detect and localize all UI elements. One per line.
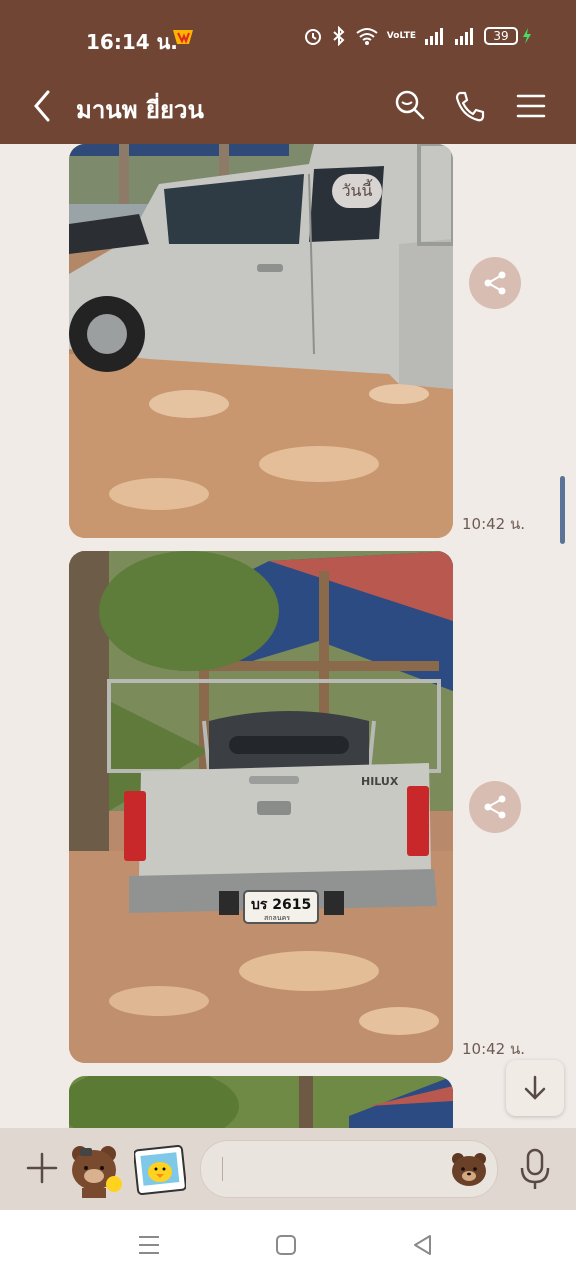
date-separator: วันนี้ <box>332 174 382 208</box>
status-icons: VoLTE 39 <box>303 26 532 46</box>
network-label: VoLTE <box>386 30 416 41</box>
image-message-2[interactable]: HILUX บร 2615 สกลนคร <box>69 551 453 1063</box>
recent-apps-icon[interactable] <box>136 1232 162 1258</box>
chat-header: มานพ ยี่ยวน <box>0 72 576 144</box>
emoji-icon[interactable] <box>449 1149 489 1189</box>
signal-icon <box>425 28 443 45</box>
share-button-2[interactable] <box>469 781 521 833</box>
status-bar: 16:14 น. VoLTE 39 <box>0 0 576 72</box>
text-cursor <box>222 1157 223 1181</box>
license-plate: บร 2615 <box>251 897 311 913</box>
wifi-icon <box>356 28 378 45</box>
image-message-3[interactable] <box>69 1076 453 1128</box>
hilux-badge: HILUX <box>361 775 399 788</box>
image-message-1[interactable]: วันนี้ <box>69 144 453 538</box>
message-input-bar <box>0 1128 576 1210</box>
share-button[interactable] <box>469 257 521 309</box>
scroll-to-bottom-button[interactable] <box>506 1060 564 1116</box>
sticker-brown-icon[interactable] <box>68 1140 126 1198</box>
battery-indicator: 39 <box>484 27 532 45</box>
arrow-down-icon <box>524 1075 546 1100</box>
home-icon[interactable] <box>273 1232 299 1258</box>
back-icon[interactable] <box>410 1232 436 1258</box>
system-nav-bar <box>0 1210 576 1280</box>
license-plate-province: สกลนคร <box>264 914 290 922</box>
menu-icon[interactable] <box>513 88 549 124</box>
message-time-2: 10:42 น. <box>462 1040 526 1058</box>
status-time: 16:14 น. <box>86 30 178 54</box>
chat-title[interactable]: มานพ ยี่ยวน <box>76 90 204 129</box>
share-icon <box>484 271 506 295</box>
truck-rear-photo: HILUX บร 2615 สกลนคร <box>69 551 453 1063</box>
chevron-left-icon[interactable] <box>30 88 54 124</box>
chat-area[interactable]: วันนี้ 10:42 น. HILUX บร 2615 สกลนคร 10:… <box>0 144 576 1128</box>
message-input-box[interactable] <box>200 1140 498 1198</box>
bluetooth-icon <box>333 26 345 46</box>
share-icon <box>484 795 506 819</box>
message-time: 10:42 น. <box>462 515 526 533</box>
truck-photo-3 <box>69 1076 453 1128</box>
battery-level: 39 <box>484 27 518 45</box>
sticker-sally-icon[interactable] <box>134 1144 186 1196</box>
notification-icon <box>173 30 193 44</box>
scrollbar[interactable] <box>560 476 565 544</box>
alarm-icon <box>304 29 321 45</box>
charging-icon <box>523 28 531 44</box>
truck-side-photo <box>69 144 453 538</box>
microphone-icon[interactable] <box>518 1146 552 1192</box>
search-icon[interactable] <box>392 88 428 124</box>
phone-icon[interactable] <box>452 88 488 124</box>
plus-icon[interactable] <box>24 1150 60 1186</box>
message-input[interactable] <box>219 1153 443 1187</box>
signal-icon-2 <box>455 28 473 45</box>
